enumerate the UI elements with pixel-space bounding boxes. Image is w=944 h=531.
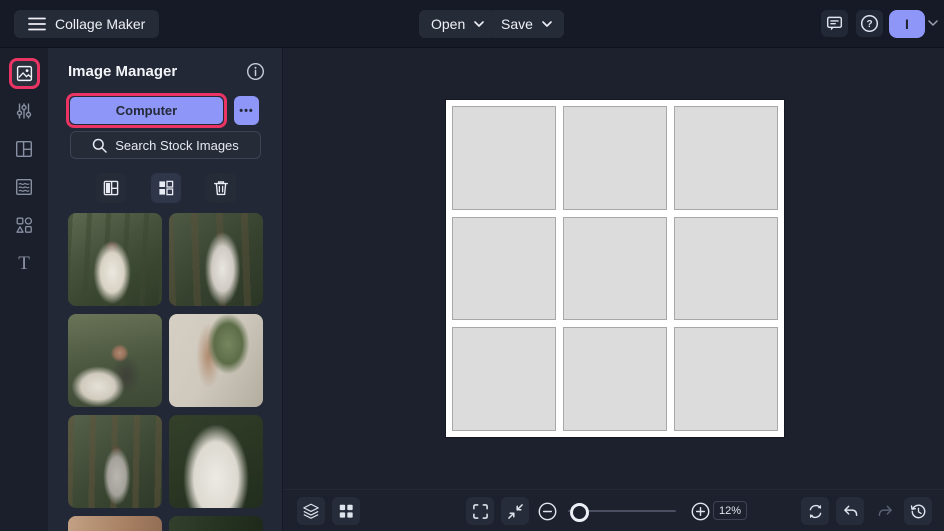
collage-cell[interactable] xyxy=(452,327,556,431)
image-thumbnail[interactable] xyxy=(68,314,162,407)
ellipsis-icon: ••• xyxy=(239,104,254,117)
redo-button[interactable] xyxy=(871,497,899,525)
thumbnail-tools-row xyxy=(48,173,282,203)
column-layout-button[interactable] xyxy=(95,173,126,203)
sidebar-item-image-manager[interactable] xyxy=(0,57,48,89)
block-layout-button[interactable] xyxy=(150,173,181,203)
account-chevron-down-icon[interactable] xyxy=(928,20,938,26)
block-layout-icon xyxy=(157,179,175,197)
account-avatar[interactable]: I xyxy=(889,10,925,38)
app-title: Collage Maker xyxy=(55,16,146,32)
info-icon[interactable] xyxy=(246,62,265,81)
zoom-in-icon xyxy=(690,501,711,522)
chevron-down-icon xyxy=(542,21,552,27)
zoom-in-button[interactable] xyxy=(689,500,711,522)
column-layout-icon xyxy=(102,179,120,197)
trash-icon xyxy=(212,179,230,197)
feedback-button[interactable] xyxy=(821,10,848,37)
panel-header: Image Manager xyxy=(68,62,265,81)
open-label: Open xyxy=(431,16,466,32)
image-thumbnail[interactable] xyxy=(68,415,162,508)
adjustments-icon xyxy=(15,102,33,120)
refresh-icon xyxy=(807,503,824,520)
image-thumbnail[interactable] xyxy=(68,213,162,306)
tutorial-highlight-box xyxy=(8,57,40,89)
image-thumbnail[interactable] xyxy=(169,314,263,407)
image-icon xyxy=(16,65,33,82)
tutorial-highlight-box: Computer xyxy=(66,93,227,128)
main-menu-button[interactable]: Collage Maker xyxy=(14,10,160,38)
text-icon: T xyxy=(18,252,30,274)
image-thumbnail[interactable] xyxy=(169,516,263,531)
top-bar: Collage Maker Open Save ? I xyxy=(0,0,944,48)
canvas-workspace xyxy=(283,48,944,489)
graphics-icon xyxy=(15,216,33,234)
avatar-initial: I xyxy=(905,16,909,32)
bottom-toolbar: 12% xyxy=(283,489,944,531)
chat-icon xyxy=(826,15,843,32)
reset-button[interactable] xyxy=(801,497,829,525)
collage-cell[interactable] xyxy=(674,106,778,210)
collage-cell[interactable] xyxy=(452,216,556,321)
computer-upload-button[interactable]: Computer xyxy=(70,97,223,124)
search-icon xyxy=(92,138,107,153)
sidebar-item-layouts[interactable] xyxy=(0,133,48,165)
undo-icon xyxy=(842,504,859,519)
grid-view-button[interactable] xyxy=(332,497,360,525)
sidebar-item-templates[interactable] xyxy=(0,171,48,203)
svg-text:?: ? xyxy=(866,19,872,30)
fullscreen-button[interactable] xyxy=(466,497,494,525)
zoom-slider-knob[interactable] xyxy=(570,503,589,522)
image-thumbnail[interactable] xyxy=(68,516,162,531)
zoom-slider[interactable] xyxy=(568,500,676,522)
zoom-level-field[interactable]: 12% xyxy=(713,501,747,520)
search-label: Search Stock Images xyxy=(115,137,239,153)
redo-icon xyxy=(877,504,894,519)
upload-row: Computer ••• xyxy=(66,93,259,128)
chevron-down-icon xyxy=(474,21,485,27)
image-manager-panel: Image Manager Computer ••• Search Stock … xyxy=(48,48,283,531)
zoom-out-button[interactable] xyxy=(536,500,558,522)
save-button[interactable]: Save xyxy=(489,10,564,38)
more-sources-button[interactable]: ••• xyxy=(234,96,259,125)
grid-icon xyxy=(338,503,354,519)
collage-cell[interactable] xyxy=(452,106,556,210)
zoom-out-icon xyxy=(537,501,558,522)
save-label: Save xyxy=(501,16,533,32)
collage-cell[interactable] xyxy=(563,106,667,210)
collage-cell[interactable] xyxy=(674,216,778,321)
fit-to-screen-button[interactable] xyxy=(501,497,529,525)
image-thumbnail-grid xyxy=(68,213,264,531)
history-button[interactable] xyxy=(904,497,932,525)
search-stock-images-button[interactable]: Search Stock Images xyxy=(70,131,261,159)
help-icon: ? xyxy=(860,14,879,33)
fullscreen-icon xyxy=(472,503,489,520)
sidebar-item-text[interactable]: T xyxy=(0,247,48,279)
template-icon xyxy=(15,178,33,196)
hamburger-icon xyxy=(28,17,46,31)
image-thumbnail[interactable] xyxy=(169,213,263,306)
collage-cell[interactable] xyxy=(674,327,778,431)
collage-cell[interactable] xyxy=(563,216,667,321)
panel-title: Image Manager xyxy=(68,63,178,80)
collage-canvas xyxy=(446,100,784,437)
layers-icon xyxy=(302,502,320,520)
layout-icon xyxy=(15,140,33,158)
sidebar-item-edit[interactable] xyxy=(0,95,48,127)
collage-cell[interactable] xyxy=(563,327,667,431)
history-icon xyxy=(910,503,927,520)
undo-button[interactable] xyxy=(836,497,864,525)
help-button[interactable]: ? xyxy=(856,10,883,37)
tool-rail: T xyxy=(0,48,48,531)
sidebar-item-graphics[interactable] xyxy=(0,209,48,241)
fit-to-screen-icon xyxy=(507,503,524,520)
image-thumbnail[interactable] xyxy=(169,415,263,508)
delete-images-button[interactable] xyxy=(205,173,236,203)
open-button[interactable]: Open xyxy=(419,10,497,38)
layers-button[interactable] xyxy=(297,497,325,525)
